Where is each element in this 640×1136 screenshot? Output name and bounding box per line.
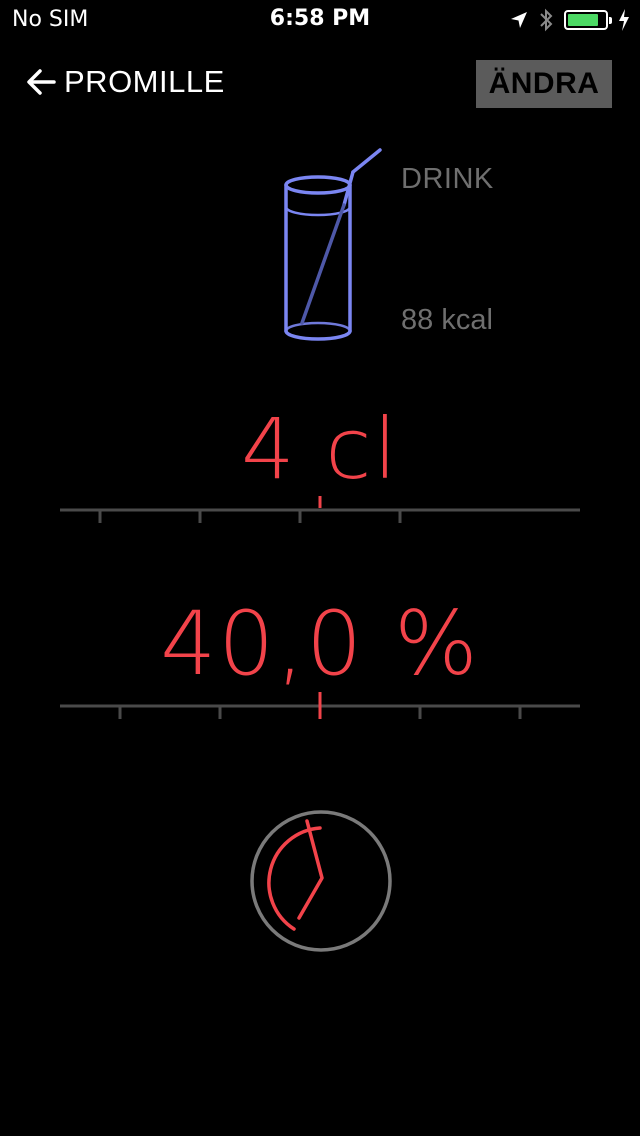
back-button[interactable]: PROMILLE (26, 62, 225, 102)
back-label: PROMILLE (64, 64, 225, 99)
status-bar: No SIM 6:58 PM (0, 0, 640, 40)
glass-with-straw-icon (284, 148, 382, 341)
drink-name: DRINK (401, 163, 494, 195)
volume-value: 4 cl (241, 400, 399, 498)
abv-slider[interactable] (60, 690, 580, 720)
battery-icon (564, 10, 612, 30)
battery-tip (609, 17, 612, 24)
status-indicators (510, 8, 630, 32)
location-arrow-icon (511, 12, 527, 28)
bluetooth-icon (540, 8, 553, 32)
charging-bolt-icon (619, 9, 629, 31)
volume-slider[interactable] (60, 494, 580, 524)
drink-editor-screen: No SIM 6:58 PM PROMILLE ÄNDRA DRINK 88 k… (0, 0, 640, 1136)
edit-button[interactable]: ÄNDRA (476, 60, 612, 108)
drink-kcal: 88 kcal (401, 304, 493, 336)
back-arrow-icon (27, 69, 56, 95)
abv-value: 40,0 % (160, 592, 480, 695)
timer-dial-icon[interactable] (248, 808, 394, 954)
battery-fill (568, 14, 598, 26)
